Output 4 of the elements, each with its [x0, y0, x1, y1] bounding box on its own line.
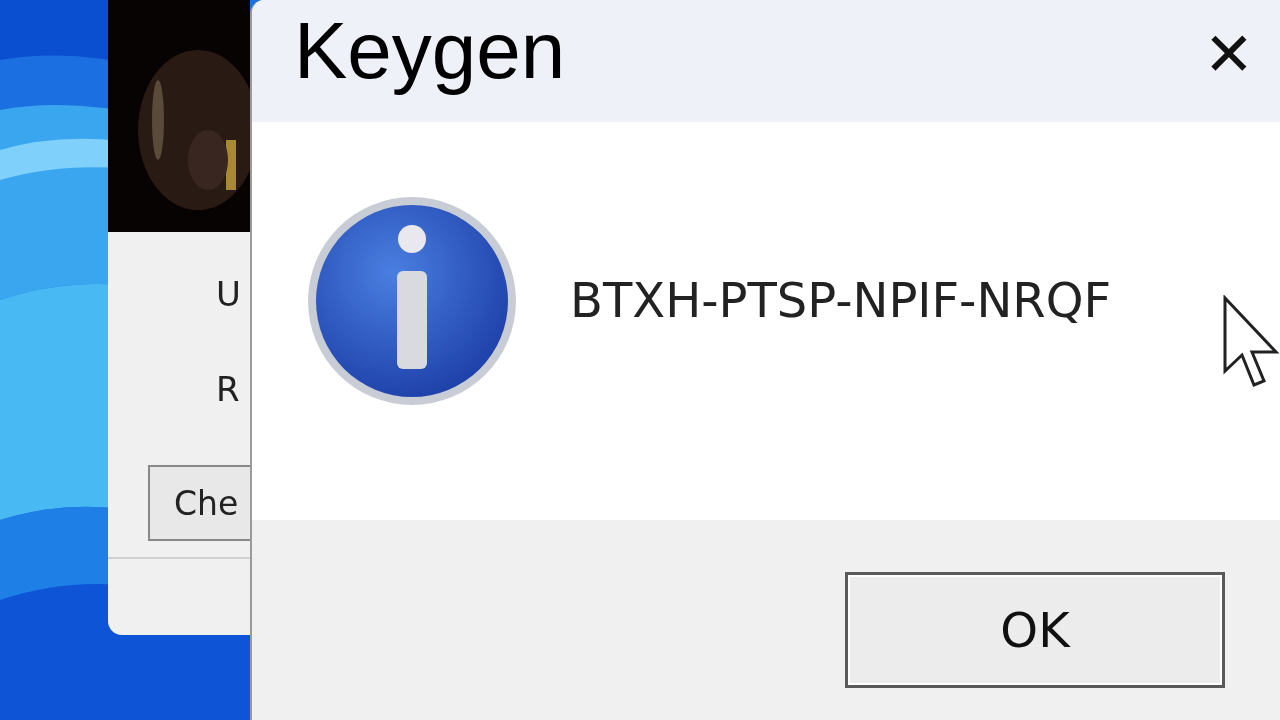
window-title: Keygen — [294, 5, 566, 97]
close-button[interactable]: ✕ — [1199, 19, 1258, 89]
ok-button[interactable]: OK — [845, 572, 1225, 688]
message-text: BTXH-PTSP-NPIF-NRQF — [570, 272, 1112, 328]
